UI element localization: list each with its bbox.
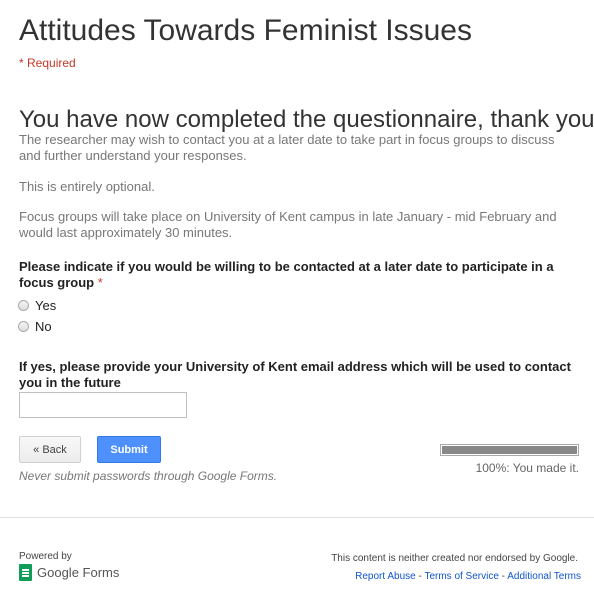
- back-button[interactable]: « Back: [19, 436, 81, 463]
- powered-by-label: Powered by: [19, 551, 72, 562]
- radio-option-no[interactable]: No: [18, 318, 52, 334]
- google-forms-wordmark: Google Forms: [37, 565, 120, 580]
- footer-links: Report Abuse - Terms of Service - Additi…: [355, 571, 581, 582]
- progress-bar: [440, 444, 579, 456]
- submit-button[interactable]: Submit: [97, 436, 161, 463]
- report-abuse-link[interactable]: Report Abuse: [355, 571, 416, 582]
- password-warning: Never submit passwords through Google Fo…: [19, 469, 278, 483]
- progress-label: 100%: You made it.: [475, 461, 579, 475]
- section-paragraph-contact: The researcher may wish to contact you a…: [19, 132, 555, 163]
- email-input[interactable]: [19, 392, 187, 418]
- required-note: * Required: [19, 56, 76, 70]
- section-paragraph-focus-groups: Focus groups will take place on Universi…: [19, 209, 557, 240]
- google-forms-icon: [19, 564, 32, 581]
- required-asterisk: *: [97, 275, 103, 290]
- radio-label-no: No: [35, 318, 52, 334]
- section-paragraph-optional: This is entirely optional.: [19, 179, 155, 194]
- google-forms-logo[interactable]: Google Forms: [19, 564, 119, 581]
- section-title: You have now completed the questionnaire…: [19, 106, 594, 133]
- question-contact-label: Please indicate if you would be willing …: [19, 259, 579, 291]
- footer-divider: [0, 517, 594, 518]
- additional-terms-link[interactable]: Additional Terms: [507, 571, 581, 582]
- radio-option-yes[interactable]: Yes: [18, 297, 56, 313]
- radio-unchecked-icon[interactable]: [18, 299, 29, 311]
- progress-bar-fill: [442, 446, 577, 454]
- question-email-label: If yes, please provide your University o…: [19, 359, 571, 390]
- form-title: Attitudes Towards Feminist Issues: [19, 14, 472, 47]
- link-separator: -: [498, 571, 508, 582]
- radio-label-yes: Yes: [35, 297, 57, 313]
- google-disclaimer: This content is neither created nor endo…: [331, 553, 578, 564]
- radio-unchecked-icon[interactable]: [18, 320, 29, 332]
- terms-of-service-link[interactable]: Terms of Service: [424, 571, 498, 582]
